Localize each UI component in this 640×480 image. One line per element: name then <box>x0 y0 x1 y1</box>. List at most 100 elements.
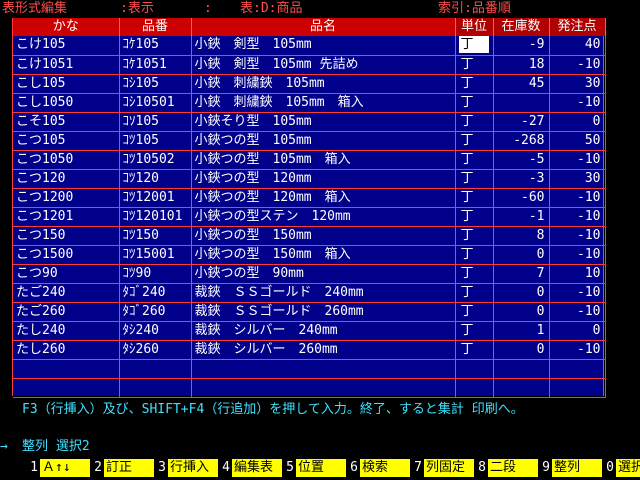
empty-cell[interactable] <box>119 359 192 379</box>
fkey-7-button[interactable]: 7 列固定 <box>412 458 476 478</box>
table-row[interactable]: こし1050 ｺｼ10501 小鋏 刺繍鋏 105mm 箱入丁 -10 <box>13 93 606 113</box>
cell-code[interactable]: ﾀｼ260 <box>119 340 192 360</box>
table-row[interactable]: こつ150 ｺﾂ150 小鋏つの型 150mm 丁 8 -10 <box>13 226 606 246</box>
table-row[interactable]: こつ1200 ｺﾂ12001 小鋏つの型 120mm 箱入丁 -60 -10 <box>13 188 606 208</box>
cell-stock[interactable]: 0 <box>493 245 550 265</box>
table-row[interactable]: こつ105 ｺﾂ105 小鋏つの型 105mm 丁 -268 50 <box>13 131 606 151</box>
cell-stock[interactable]: 45 <box>493 74 550 94</box>
cell-reorder[interactable]: 30 <box>549 74 606 94</box>
cell-stock[interactable]: 0 <box>493 302 550 322</box>
fkey-1-button[interactable]: 1 Ａ↑↓ <box>28 458 92 478</box>
empty-cell[interactable] <box>119 378 192 398</box>
cell-unit[interactable]: 丁 <box>455 226 494 246</box>
cell-code[interactable]: ｺｹ1051 <box>119 55 192 75</box>
cell-kana[interactable]: たご260 <box>13 302 120 322</box>
column-header-reorder[interactable]: 発注点 <box>549 18 606 36</box>
cell-name[interactable]: 裁鋏 シルバー 240mm <box>191 321 456 341</box>
cell-reorder[interactable]: -10 <box>549 226 606 246</box>
cell-unit[interactable]: 丁 <box>455 264 494 284</box>
cell-stock[interactable]: 18 <box>493 55 550 75</box>
cell-kana[interactable]: こつ1050 <box>13 150 120 170</box>
column-header-unit[interactable]: 単位 <box>455 18 494 36</box>
cell-unit[interactable]: 丁 <box>455 131 494 151</box>
cell-reorder[interactable]: -10 <box>549 283 606 303</box>
cell-stock[interactable]: -60 <box>493 188 550 208</box>
cell-stock[interactable]: -5 <box>493 150 550 170</box>
cell-stock[interactable]: -268 <box>493 131 550 151</box>
cell-stock[interactable] <box>493 93 550 113</box>
cell-reorder[interactable]: 10 <box>549 264 606 284</box>
cell-kana[interactable]: たご240 <box>13 283 120 303</box>
cell-unit[interactable]: 丁 <box>455 93 494 113</box>
cell-reorder[interactable]: 0 <box>549 112 606 132</box>
empty-cell[interactable] <box>13 378 120 398</box>
cell-reorder[interactable]: 30 <box>549 169 606 189</box>
empty-cell[interactable] <box>549 378 606 398</box>
empty-cell[interactable] <box>549 359 606 379</box>
table-row[interactable]: たし240 ﾀｼ240 裁鋏 シルバー 240mm 丁 1 0 <box>13 321 606 341</box>
cell-name[interactable]: 小鋏つの型 150mm <box>191 226 456 246</box>
cell-code[interactable]: ｺﾂ15001 <box>119 245 192 265</box>
cell-name[interactable]: 裁鋏 シルバー 260mm <box>191 340 456 360</box>
cell-code[interactable]: ｺｼ105 <box>119 74 192 94</box>
cell-kana[interactable]: こつ1500 <box>13 245 120 265</box>
cell-kana[interactable]: たし260 <box>13 340 120 360</box>
column-header-code[interactable]: 品番 <box>119 18 192 36</box>
cell-unit[interactable]: 丁 <box>455 74 494 94</box>
table-row[interactable]: こそ105 ｺｿ105 小鋏そり型 105mm 丁 -27 0 <box>13 112 606 132</box>
cell-code[interactable]: ｺﾂ90 <box>119 264 192 284</box>
empty-cell[interactable] <box>191 378 456 398</box>
empty-row[interactable] <box>13 359 606 379</box>
cell-reorder[interactable]: -10 <box>549 302 606 322</box>
cell-kana[interactable]: こけ105 <box>13 36 120 56</box>
table-row[interactable]: こつ1050 ｺﾂ10502 小鋏つの型 105mm 箱入丁 -5 -10 <box>13 150 606 170</box>
fkey-9-button[interactable]: 9 整列 <box>540 458 604 478</box>
table-row[interactable]: こつ1201 ｺﾂ120101 小鋏つの型ステン 120mm 丁 -1 -10 <box>13 207 606 227</box>
table-row[interactable]: こつ120 ｺﾂ120 小鋏つの型 120mm 丁 -3 30 <box>13 169 606 189</box>
cell-code[interactable]: ﾀｺﾞ240 <box>119 283 192 303</box>
empty-cell[interactable] <box>455 378 494 398</box>
cell-name[interactable]: 裁鋏 ＳＳゴールド 240mm <box>191 283 456 303</box>
cell-unit[interactable]: 丁 <box>455 169 494 189</box>
cell-stock[interactable]: 0 <box>493 340 550 360</box>
cell-name[interactable]: 小鋏 剣型 105mm <box>191 36 456 56</box>
fkey-2-button[interactable]: 2 訂正 <box>92 458 156 478</box>
cell-unit[interactable]: 丁 <box>455 112 494 132</box>
table-row[interactable]: たご240 ﾀｺﾞ240 裁鋏 ＳＳゴールド 240mm 丁 0 -10 <box>13 283 606 303</box>
table-row[interactable]: こつ90 ｺﾂ90 小鋏つの型 90mm 丁 7 10 <box>13 264 606 284</box>
cell-code[interactable]: ｺﾂ10502 <box>119 150 192 170</box>
table-row[interactable]: こけ105 ｺｹ105 小鋏 剣型 105mm 丁 -9 40 <box>13 36 606 56</box>
cell-unit[interactable]: 丁 <box>455 188 494 208</box>
cell-name[interactable]: 小鋏つの型 105mm <box>191 131 456 151</box>
cell-kana[interactable]: こつ150 <box>13 226 120 246</box>
cell-stock[interactable]: 7 <box>493 264 550 284</box>
empty-cell[interactable] <box>455 359 494 379</box>
fkey-3-button[interactable]: 3 行挿入 <box>156 458 220 478</box>
column-header-stock[interactable]: 在庫数 <box>493 18 550 36</box>
table-row[interactable]: こつ1500 ｺﾂ15001 小鋏つの型 150mm 箱入丁 0 -10 <box>13 245 606 265</box>
cell-reorder[interactable]: -10 <box>549 150 606 170</box>
empty-cell[interactable] <box>493 359 550 379</box>
fkey-5-button[interactable]: 5 位置 <box>284 458 348 478</box>
cell-name[interactable]: 小鋏 刺繍鋏 105mm <box>191 74 456 94</box>
cell-name[interactable]: 小鋏つの型 120mm <box>191 169 456 189</box>
table-row[interactable]: たし260 ﾀｼ260 裁鋏 シルバー 260mm 丁 0 -10 <box>13 340 606 360</box>
cell-stock[interactable]: 1 <box>493 321 550 341</box>
cell-stock[interactable]: -9 <box>493 36 550 56</box>
empty-cell[interactable] <box>493 378 550 398</box>
cell-name[interactable]: 小鋏つの型ステン 120mm <box>191 207 456 227</box>
cell-code[interactable]: ｺﾂ150 <box>119 226 192 246</box>
column-header-kana[interactable]: かな <box>13 18 120 36</box>
cell-kana[interactable]: こけ1051 <box>13 55 120 75</box>
cell-kana[interactable]: こつ105 <box>13 131 120 151</box>
cell-reorder[interactable]: -10 <box>549 207 606 227</box>
cell-code[interactable]: ｺｹ105 <box>119 36 192 56</box>
cell-kana[interactable]: こつ120 <box>13 169 120 189</box>
cell-unit[interactable]: 丁 <box>455 283 494 303</box>
cell-unit[interactable]: 丁 <box>455 207 494 227</box>
cell-unit[interactable]: 丁 <box>455 321 494 341</box>
cell-name[interactable]: 小鋏つの型 105mm 箱入 <box>191 150 456 170</box>
cell-reorder[interactable]: 0 <box>549 321 606 341</box>
cell-unit[interactable]: 丁 <box>455 55 494 75</box>
cell-code[interactable]: ｺｼ10501 <box>119 93 192 113</box>
